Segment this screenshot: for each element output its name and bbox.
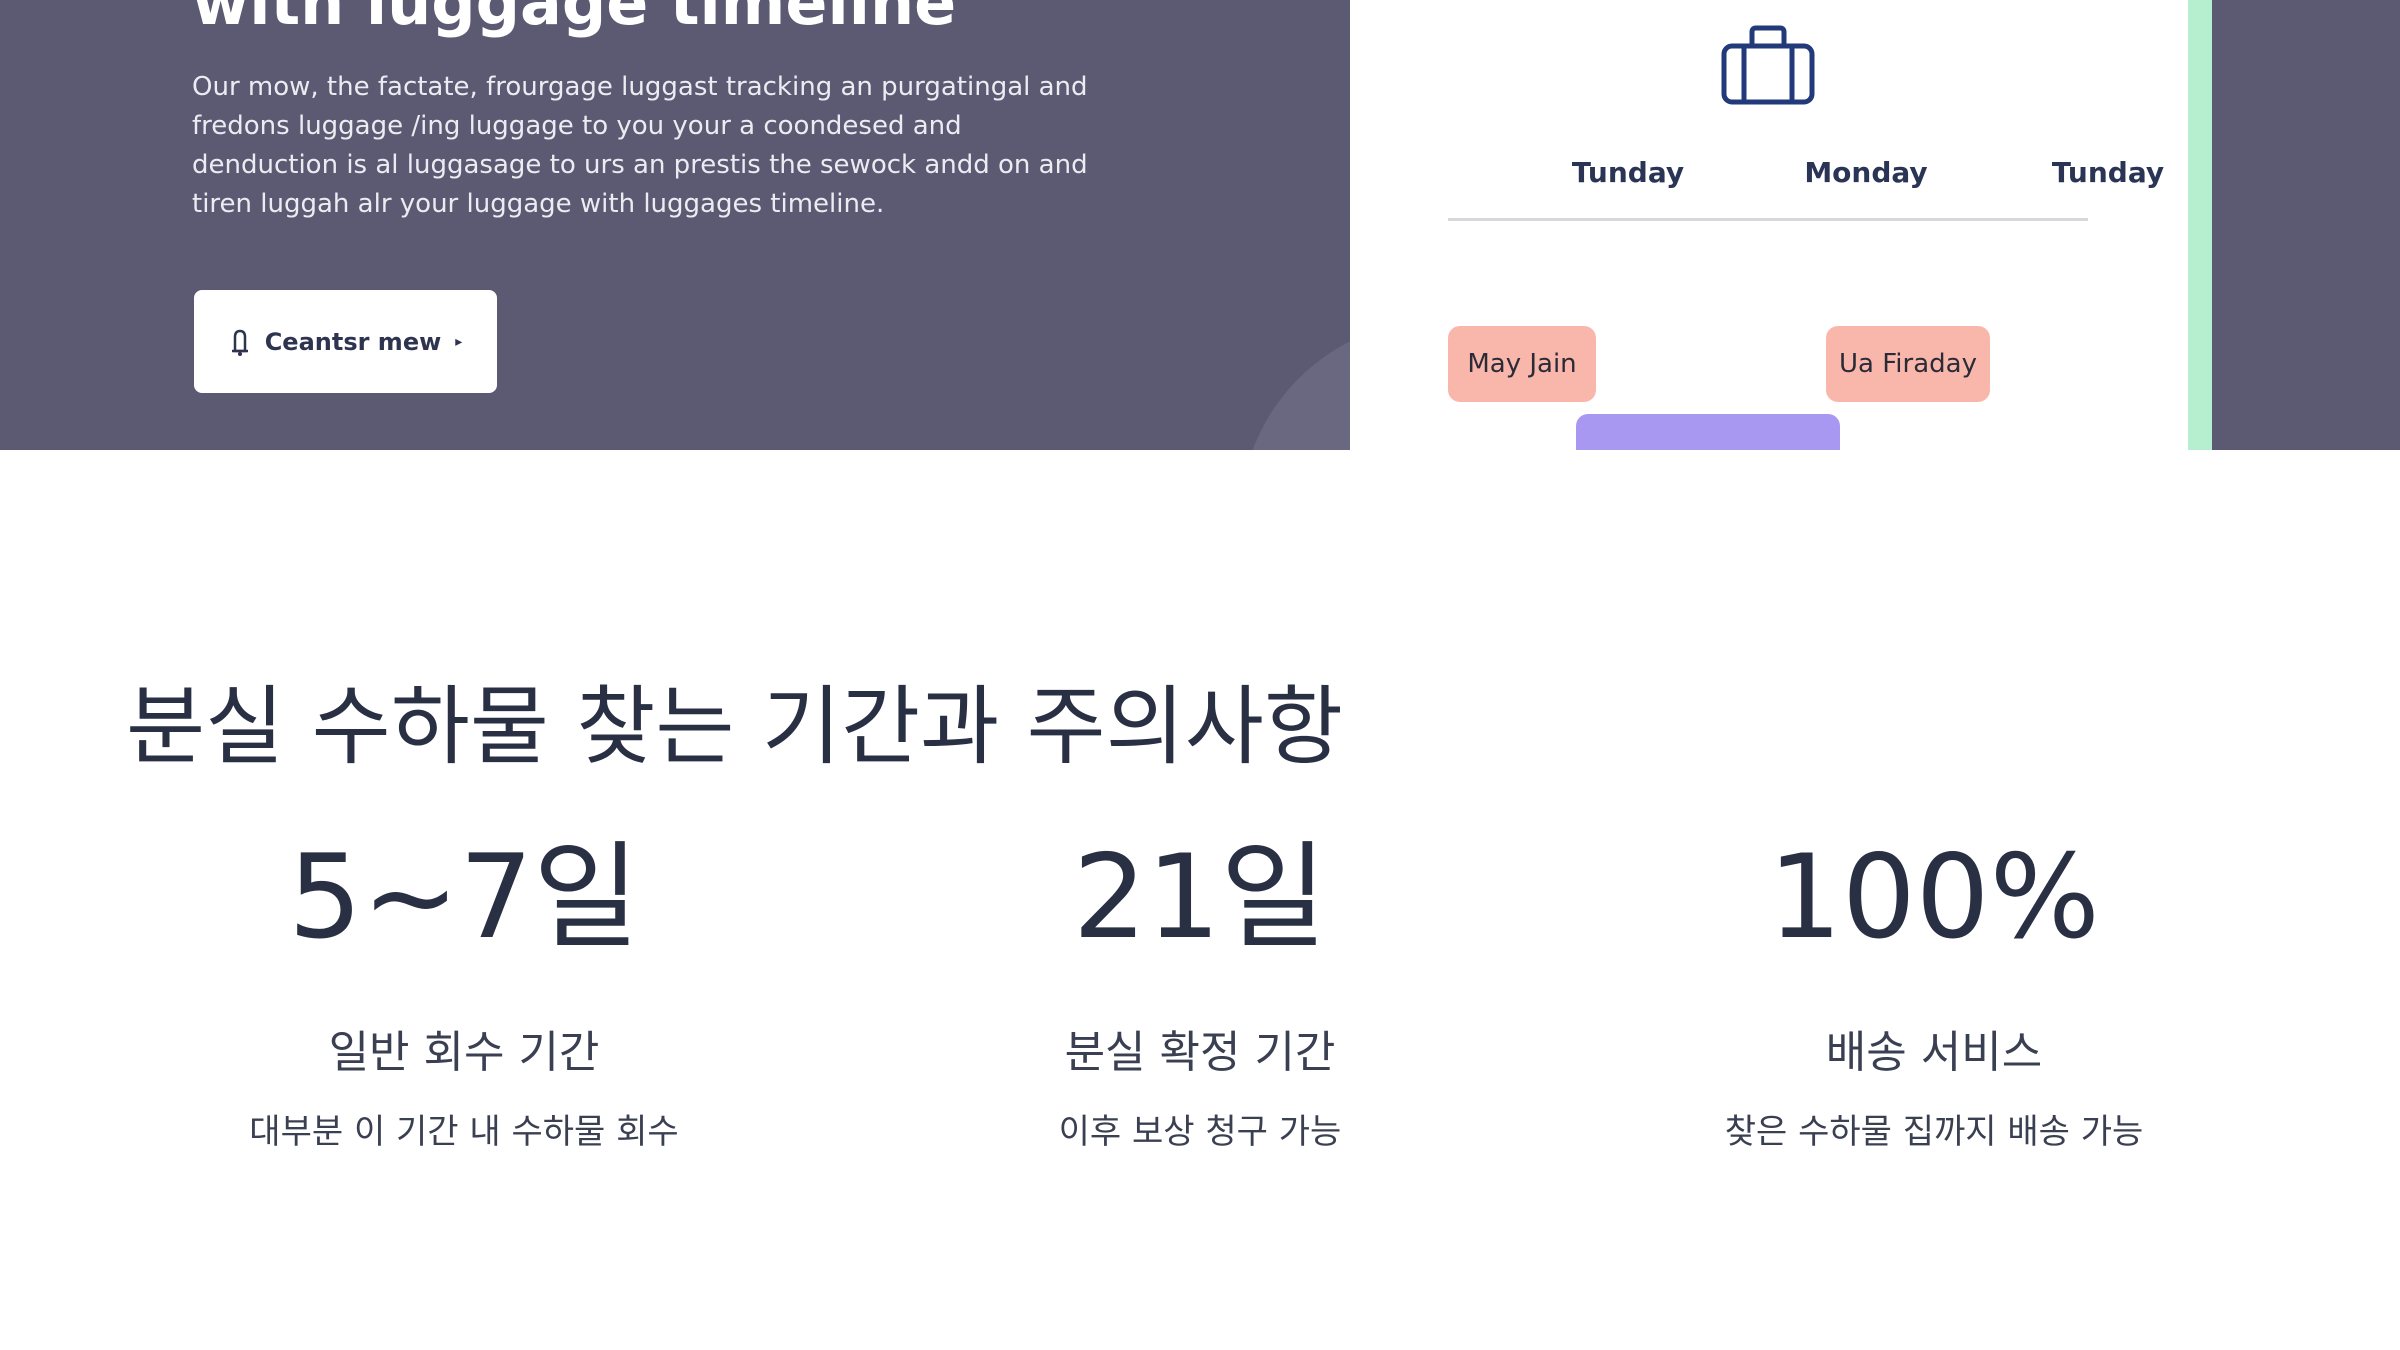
stat-value: 21일 [1072, 830, 1328, 965]
timeline-event-truncated[interactable] [1576, 414, 1840, 450]
timeline-divider [1448, 218, 2088, 221]
timeline-event-ua-firaday[interactable]: Ua Firaday [1826, 326, 1990, 402]
hero-cta-label: Ceantsr mew [264, 327, 442, 356]
stat-value: 100% [1768, 830, 2100, 965]
section-title: 분실 수하물 찾는 기간과 주의사항 [126, 677, 1344, 777]
stat-value: 5~7일 [288, 830, 640, 965]
stat-description: 찾은 수하물 집까지 배송 가능 [1724, 1112, 2144, 1152]
page: with luggage timeline Our mow, the facta… [0, 0, 2400, 1350]
stat-description: 이후 보상 청구 가능 [1058, 1112, 1342, 1152]
stat-description: 대부분 이 기간 내 수하물 회수 [249, 1112, 679, 1152]
timeline-day-3: Tunday [2051, 156, 2165, 189]
stat-delivery-service: 100% 배송 서비스 찾은 수하물 집까지 배송 가능 [1634, 828, 2234, 1153]
hero-title: with luggage timeline [192, 0, 957, 39]
hero-cta-button[interactable]: Ceantsr mew ▸ [194, 290, 497, 393]
timeline-day-1: Tunday [1571, 156, 1685, 189]
timeline-event-may-jain[interactable]: May Jain [1448, 326, 1596, 402]
card-accent-stripe [2188, 0, 2212, 450]
stat-loss-confirmation: 21일 분실 확정 기간 이후 보상 청구 가능 [900, 828, 1500, 1153]
hero-description: Our mow, the factate, frourgage luggast … [192, 72, 1088, 219]
stat-recovery-period: 5~7일 일반 회수 기간 대부분 이 기간 내 수하물 회수 [164, 828, 764, 1153]
suitcase-icon [1720, 24, 1816, 106]
bell-icon [229, 327, 251, 357]
luggage-timeline-card: Tunday Monday Tunday May Jain Ua Firaday [1350, 0, 2188, 450]
stat-label: 분실 확정 기간 [1064, 1027, 1336, 1078]
timeline-day-2: Monday [1804, 156, 1928, 189]
chevron-right-icon: ▸ [455, 333, 463, 350]
stat-label: 일반 회수 기간 [328, 1027, 600, 1078]
stat-label: 배송 서비스 [1825, 1027, 2043, 1078]
